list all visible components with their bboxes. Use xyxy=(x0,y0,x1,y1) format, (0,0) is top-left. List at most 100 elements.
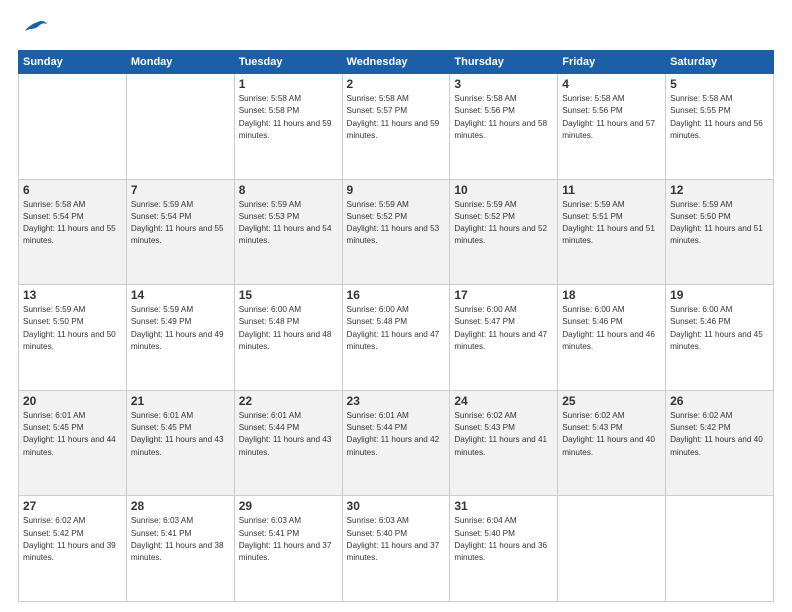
calendar-cell: 18 Sunrise: 6:00 AMSunset: 5:46 PMDayligh… xyxy=(558,285,666,391)
day-info: Sunrise: 6:03 AMSunset: 5:41 PMDaylight:… xyxy=(131,515,230,564)
day-info: Sunrise: 6:03 AMSunset: 5:41 PMDaylight:… xyxy=(239,515,338,564)
page: SundayMondayTuesdayWednesdayThursdayFrid… xyxy=(0,0,792,612)
day-info: Sunrise: 6:02 AMSunset: 5:42 PMDaylight:… xyxy=(670,410,769,459)
calendar-cell: 31 Sunrise: 6:04 AMSunset: 5:40 PMDayligh… xyxy=(450,496,558,602)
calendar-cell: 12Sunrise: 5:59 AMSunset: 5:50 PMDayligh… xyxy=(666,179,774,285)
calendar-cell: 4 Sunrise: 5:58 AMSunset: 5:56 PMDaylight… xyxy=(558,74,666,180)
calendar-cell xyxy=(666,496,774,602)
calendar-cell: 1 Sunrise: 5:58 AMSunset: 5:58 PMDaylight… xyxy=(234,74,342,180)
day-number: 7 xyxy=(131,183,230,197)
day-number: 4 xyxy=(562,77,661,91)
day-number: 23 xyxy=(347,394,446,408)
day-info: Sunrise: 6:01 AMSunset: 5:44 PMDaylight:… xyxy=(239,410,338,459)
calendar-cell: 22 Sunrise: 6:01 AMSunset: 5:44 PMDayligh… xyxy=(234,390,342,496)
calendar-week-5: 27 Sunrise: 6:02 AMSunset: 5:42 PMDayligh… xyxy=(19,496,774,602)
day-info: Sunrise: 6:00 AMSunset: 5:48 PMDaylight:… xyxy=(239,304,338,353)
calendar-cell: 15 Sunrise: 6:00 AMSunset: 5:48 PMDayligh… xyxy=(234,285,342,391)
calendar-week-3: 13 Sunrise: 5:59 AMSunset: 5:50 PMDayligh… xyxy=(19,285,774,391)
day-number: 3 xyxy=(454,77,553,91)
day-number: 18 xyxy=(562,288,661,302)
day-number: 13 xyxy=(23,288,122,302)
day-info: Sunrise: 5:58 AMSunset: 5:58 PMDaylight:… xyxy=(239,93,338,142)
day-info: Sunrise: 6:03 AMSunset: 5:40 PMDaylight:… xyxy=(347,515,446,564)
calendar-cell: 28Sunrise: 6:03 AMSunset: 5:41 PMDayligh… xyxy=(126,496,234,602)
day-info: Sunrise: 5:59 AMSunset: 5:54 PMDaylight:… xyxy=(131,199,230,248)
day-number: 20 xyxy=(23,394,122,408)
day-info: Sunrise: 5:58 AMSunset: 5:57 PMDaylight:… xyxy=(347,93,446,142)
calendar-week-1: 1 Sunrise: 5:58 AMSunset: 5:58 PMDaylight… xyxy=(19,74,774,180)
weekday-header-monday: Monday xyxy=(126,51,234,74)
weekday-header-row: SundayMondayTuesdayWednesdayThursdayFrid… xyxy=(19,51,774,74)
day-info: Sunrise: 6:02 AMSunset: 5:42 PMDaylight:… xyxy=(23,515,122,564)
day-number: 11 xyxy=(562,183,661,197)
day-info: Sunrise: 6:00 AMSunset: 5:46 PMDaylight:… xyxy=(670,304,769,353)
calendar-cell: 25 Sunrise: 6:02 AMSunset: 5:43 PMDayligh… xyxy=(558,390,666,496)
header xyxy=(18,18,774,42)
calendar-cell: 3 Sunrise: 5:58 AMSunset: 5:56 PMDaylight… xyxy=(450,74,558,180)
calendar-cell: 17 Sunrise: 6:00 AMSunset: 5:47 PMDayligh… xyxy=(450,285,558,391)
day-number: 9 xyxy=(347,183,446,197)
day-info: Sunrise: 6:00 AMSunset: 5:48 PMDaylight:… xyxy=(347,304,446,353)
day-number: 2 xyxy=(347,77,446,91)
calendar-cell: 7 Sunrise: 5:59 AMSunset: 5:54 PMDaylight… xyxy=(126,179,234,285)
day-number: 24 xyxy=(454,394,553,408)
day-number: 10 xyxy=(454,183,553,197)
day-number: 1 xyxy=(239,77,338,91)
day-number: 8 xyxy=(239,183,338,197)
day-info: Sunrise: 5:59 AMSunset: 5:50 PMDaylight:… xyxy=(23,304,122,353)
day-info: Sunrise: 6:00 AMSunset: 5:46 PMDaylight:… xyxy=(562,304,661,353)
day-info: Sunrise: 6:04 AMSunset: 5:40 PMDaylight:… xyxy=(454,515,553,564)
day-number: 25 xyxy=(562,394,661,408)
weekday-header-tuesday: Tuesday xyxy=(234,51,342,74)
calendar-cell: 26Sunrise: 6:02 AMSunset: 5:42 PMDayligh… xyxy=(666,390,774,496)
day-number: 21 xyxy=(131,394,230,408)
calendar-cell xyxy=(19,74,127,180)
weekday-header-sunday: Sunday xyxy=(19,51,127,74)
day-info: Sunrise: 5:58 AMSunset: 5:56 PMDaylight:… xyxy=(562,93,661,142)
calendar-cell: 2 Sunrise: 5:58 AMSunset: 5:57 PMDaylight… xyxy=(342,74,450,180)
day-number: 22 xyxy=(239,394,338,408)
day-number: 14 xyxy=(131,288,230,302)
calendar-cell: 19 Sunrise: 6:00 AMSunset: 5:46 PMDayligh… xyxy=(666,285,774,391)
calendar-cell: 30Sunrise: 6:03 AMSunset: 5:40 PMDayligh… xyxy=(342,496,450,602)
day-info: Sunrise: 5:59 AMSunset: 5:53 PMDaylight:… xyxy=(239,199,338,248)
day-info: Sunrise: 6:00 AMSunset: 5:47 PMDaylight:… xyxy=(454,304,553,353)
day-number: 5 xyxy=(670,77,769,91)
calendar-cell: 24Sunrise: 6:02 AMSunset: 5:43 PMDayligh… xyxy=(450,390,558,496)
calendar-cell: 9 Sunrise: 5:59 AMSunset: 5:52 PMDaylight… xyxy=(342,179,450,285)
day-info: Sunrise: 6:01 AMSunset: 5:45 PMDaylight:… xyxy=(23,410,122,459)
day-info: Sunrise: 6:01 AMSunset: 5:44 PMDaylight:… xyxy=(347,410,446,459)
day-info: Sunrise: 5:58 AMSunset: 5:56 PMDaylight:… xyxy=(454,93,553,142)
calendar-table: SundayMondayTuesdayWednesdayThursdayFrid… xyxy=(18,50,774,602)
calendar-cell: 27 Sunrise: 6:02 AMSunset: 5:42 PMDayligh… xyxy=(19,496,127,602)
day-number: 19 xyxy=(670,288,769,302)
calendar-cell: 8 Sunrise: 5:59 AMSunset: 5:53 PMDaylight… xyxy=(234,179,342,285)
calendar-cell: 13 Sunrise: 5:59 AMSunset: 5:50 PMDayligh… xyxy=(19,285,127,391)
day-info: Sunrise: 6:02 AMSunset: 5:43 PMDaylight:… xyxy=(562,410,661,459)
calendar-cell: 5 Sunrise: 5:58 AMSunset: 5:55 PMDaylight… xyxy=(666,74,774,180)
day-info: Sunrise: 5:58 AMSunset: 5:55 PMDaylight:… xyxy=(670,93,769,142)
calendar-cell: 23 Sunrise: 6:01 AMSunset: 5:44 PMDayligh… xyxy=(342,390,450,496)
day-number: 12 xyxy=(670,183,769,197)
day-info: Sunrise: 5:59 AMSunset: 5:52 PMDaylight:… xyxy=(454,199,553,248)
weekday-header-thursday: Thursday xyxy=(450,51,558,74)
day-number: 29 xyxy=(239,499,338,513)
day-info: Sunrise: 6:01 AMSunset: 5:45 PMDaylight:… xyxy=(131,410,230,459)
day-number: 31 xyxy=(454,499,553,513)
day-number: 15 xyxy=(239,288,338,302)
day-info: Sunrise: 5:59 AMSunset: 5:49 PMDaylight:… xyxy=(131,304,230,353)
calendar-cell: 6Sunrise: 5:58 AMSunset: 5:54 PMDaylight… xyxy=(19,179,127,285)
logo xyxy=(18,18,50,42)
calendar-cell: 16Sunrise: 6:00 AMSunset: 5:48 PMDayligh… xyxy=(342,285,450,391)
calendar-cell: 29 Sunrise: 6:03 AMSunset: 5:41 PMDayligh… xyxy=(234,496,342,602)
day-number: 17 xyxy=(454,288,553,302)
calendar-week-4: 20 Sunrise: 6:01 AMSunset: 5:45 PMDayligh… xyxy=(19,390,774,496)
day-info: Sunrise: 5:59 AMSunset: 5:52 PMDaylight:… xyxy=(347,199,446,248)
calendar-week-2: 6Sunrise: 5:58 AMSunset: 5:54 PMDaylight… xyxy=(19,179,774,285)
calendar-cell: 21 Sunrise: 6:01 AMSunset: 5:45 PMDayligh… xyxy=(126,390,234,496)
calendar-cell xyxy=(126,74,234,180)
logo-icon xyxy=(18,18,48,42)
day-info: Sunrise: 5:58 AMSunset: 5:54 PMDaylight:… xyxy=(23,199,122,248)
day-number: 27 xyxy=(23,499,122,513)
calendar-cell: 11Sunrise: 5:59 AMSunset: 5:51 PMDayligh… xyxy=(558,179,666,285)
